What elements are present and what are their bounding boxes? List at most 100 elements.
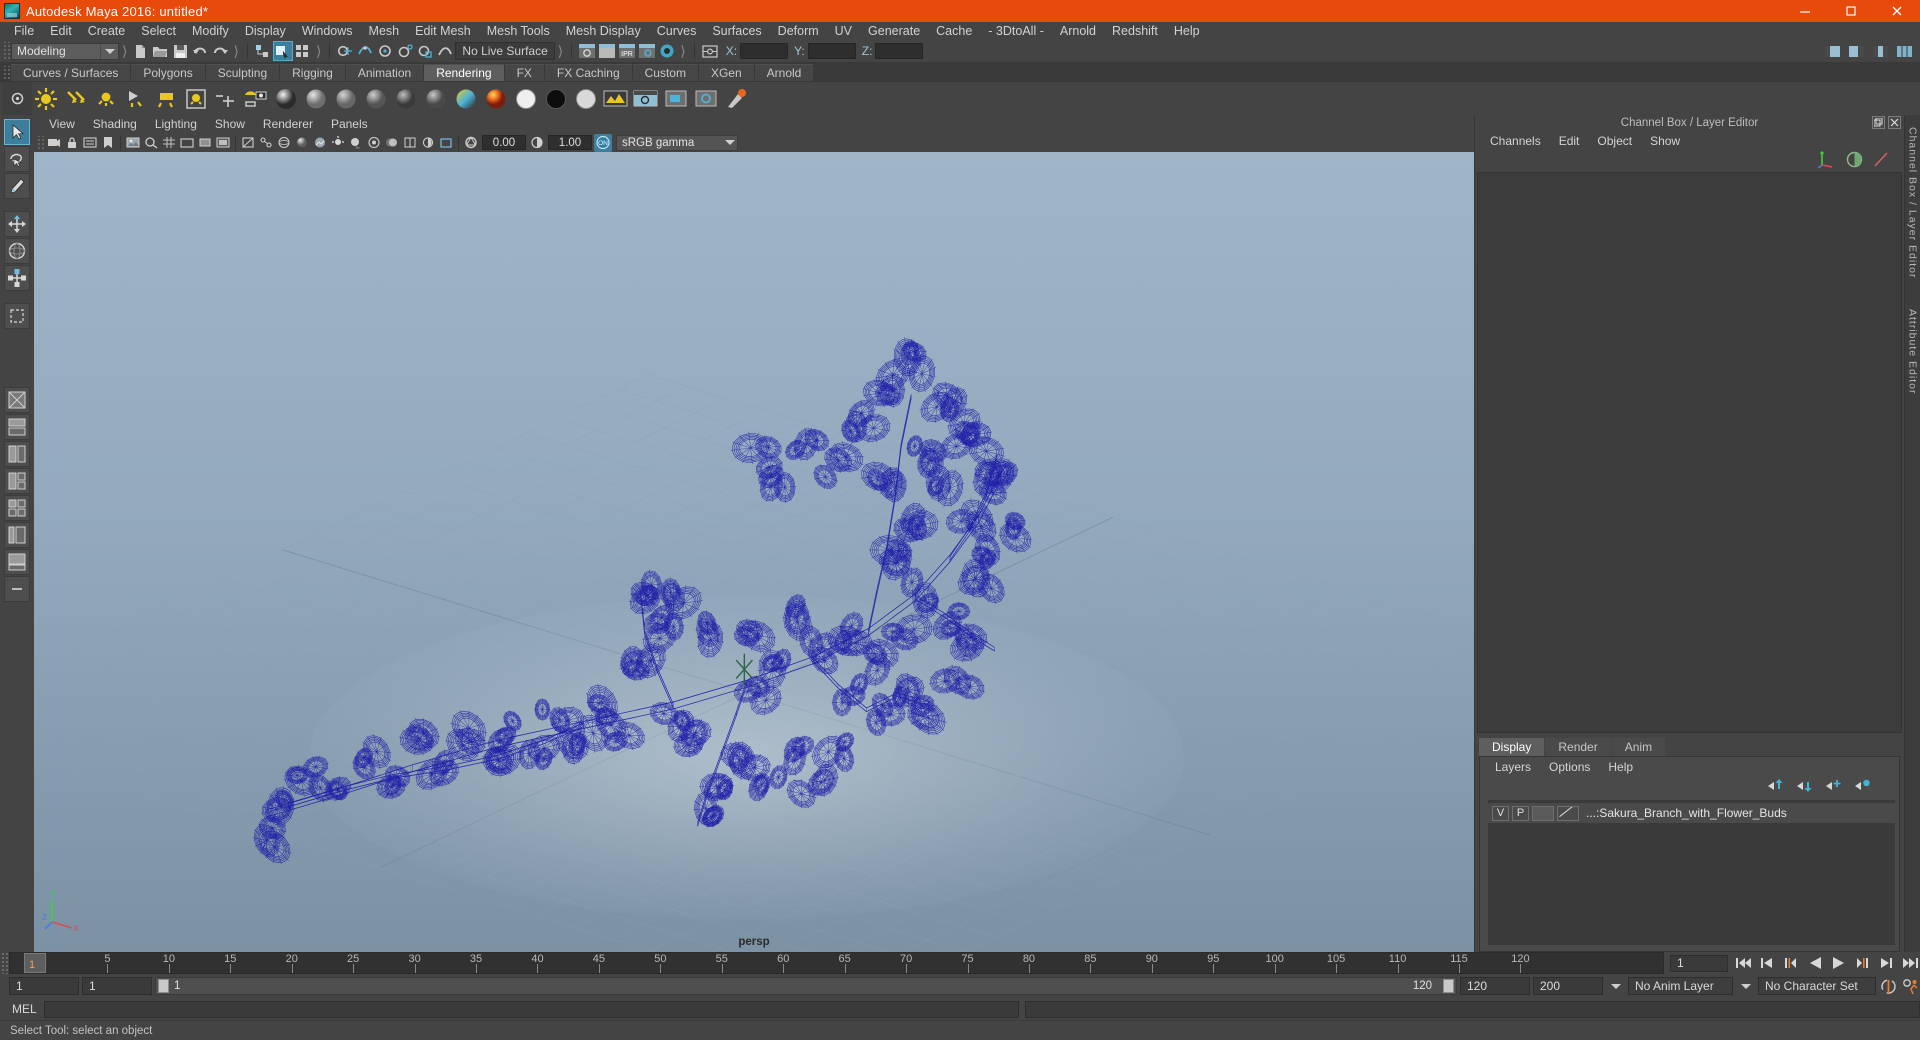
gamma-icon[interactable] — [528, 134, 546, 152]
command-result-field[interactable] — [1025, 1000, 1920, 1018]
menu-cache[interactable]: Cache — [928, 22, 980, 40]
channelbox-menu-object[interactable]: Object — [1588, 134, 1641, 148]
snap-to-curve-icon[interactable] — [355, 41, 375, 61]
menu-modify[interactable]: Modify — [184, 22, 237, 40]
maximize-button[interactable] — [1828, 0, 1874, 22]
four-pane-layout-button[interactable] — [4, 495, 30, 521]
shadows-icon[interactable] — [347, 134, 365, 152]
close-button[interactable] — [1874, 0, 1920, 22]
character-set-selector[interactable]: No Character Set — [1758, 977, 1876, 995]
shelf-tab-fx-caching[interactable]: FX Caching — [544, 64, 632, 81]
close-icon[interactable] — [1888, 116, 1901, 129]
sphere-dark-icon[interactable] — [362, 85, 390, 113]
single-pane-layout-button[interactable] — [4, 387, 30, 413]
render-region-icon[interactable] — [662, 85, 690, 113]
time-slider-gripper[interactable] — [0, 952, 9, 974]
sphere-render-icon[interactable] — [272, 85, 300, 113]
layer-visibility-toggle[interactable]: V — [1492, 805, 1509, 821]
vertical-tab-attribute-editor[interactable]: Attribute Editor — [1907, 301, 1919, 402]
grid-toggle-icon[interactable] — [160, 134, 178, 152]
menu-edit-mesh[interactable]: Edit Mesh — [407, 22, 479, 40]
shelf-tab-rendering[interactable]: Rendering — [424, 64, 504, 81]
select-tool-button[interactable] — [4, 119, 30, 145]
range-options-icon[interactable] — [1606, 977, 1625, 996]
menu-redshift[interactable]: Redshift — [1104, 22, 1166, 40]
channel-box-attribute-list[interactable] — [1477, 172, 1902, 733]
show-hide-sidebar-icon[interactable] — [1822, 41, 1842, 61]
spot-light-icon[interactable] — [122, 85, 150, 113]
move-layer-up-icon[interactable] — [1767, 779, 1784, 795]
menu-arnold[interactable]: Arnold — [1052, 22, 1104, 40]
step-back-key-icon[interactable] — [1781, 954, 1800, 973]
step-back-frame-icon[interactable] — [1757, 954, 1776, 973]
color-management-toggle-icon[interactable]: ON — [594, 133, 612, 152]
camera-attributes-icon[interactable] — [81, 134, 99, 152]
shelf-gripper[interactable] — [2, 66, 11, 81]
snap-to-point-icon[interactable] — [375, 41, 395, 61]
z-coord-field[interactable] — [875, 43, 924, 59]
gamma-field[interactable]: 1.00 — [548, 135, 592, 150]
go-to-start-icon[interactable] — [1733, 954, 1752, 973]
menu-generate[interactable]: Generate — [860, 22, 928, 40]
ramp-shader-icon[interactable] — [452, 85, 480, 113]
open-scene-icon[interactable] — [150, 41, 170, 61]
command-line-input[interactable] — [44, 1000, 1019, 1018]
attribute-editor-toggle-icon[interactable] — [1873, 151, 1890, 171]
animation-start-field[interactable]: 1 — [9, 977, 79, 995]
wireframe-icon[interactable] — [275, 134, 293, 152]
toggle-light-manip-icon[interactable] — [212, 85, 240, 113]
xray-joints-icon[interactable] — [257, 134, 275, 152]
select-by-component-icon[interactable] — [293, 41, 313, 61]
menu-select[interactable]: Select — [133, 22, 184, 40]
move-tool-button[interactable] — [4, 211, 30, 237]
menu-uv[interactable]: UV — [827, 22, 860, 40]
persp-graph-layout-button[interactable] — [4, 549, 30, 575]
menu-3dtoall[interactable]: - 3DtoAll - — [980, 22, 1052, 40]
shaded-sphere-icon[interactable] — [302, 85, 330, 113]
show-hide-attribute-editor-icon[interactable] — [1846, 41, 1866, 61]
last-tool-used-button[interactable] — [4, 303, 30, 329]
layer-tab-display[interactable]: Display — [1479, 738, 1545, 756]
select-camera-icon[interactable] — [45, 134, 63, 152]
depth-of-field-icon[interactable] — [419, 134, 437, 152]
auto-keyframe-icon[interactable] — [1879, 977, 1898, 996]
channelbox-menu-edit[interactable]: Edit — [1550, 134, 1589, 148]
image-plane-icon[interactable] — [124, 134, 142, 152]
point-light-icon[interactable] — [92, 85, 120, 113]
hypershade-icon[interactable] — [657, 41, 677, 61]
motion-blur-icon[interactable] — [383, 134, 401, 152]
layer-shading-icon[interactable] — [1557, 805, 1579, 821]
xray-toggle-icon[interactable] — [239, 134, 257, 152]
layer-menu-options[interactable]: Options — [1540, 760, 1599, 774]
ambient-light-icon[interactable] — [32, 85, 60, 113]
menu-help[interactable]: Help — [1166, 22, 1208, 40]
shelf-tab-curves-surfaces[interactable]: Curves / Surfaces — [11, 64, 131, 81]
smooth-shade-icon[interactable] — [293, 134, 311, 152]
layer-row[interactable]: V P ...:Sakura_Branch_with_Flower_Buds — [1488, 803, 1895, 823]
undo-icon[interactable] — [190, 41, 210, 61]
bookmark-icon[interactable] — [99, 134, 117, 152]
input-output-connections-icon[interactable] — [700, 41, 720, 61]
menu-create[interactable]: Create — [80, 22, 134, 40]
shelf-tab-polygons[interactable]: Polygons — [131, 64, 205, 81]
lasso-select-tool-button[interactable] — [4, 146, 30, 172]
viewport-menu-lighting[interactable]: Lighting — [146, 115, 206, 133]
time-slider[interactable]: 1 5 10 15 20 25 30 35 40 45 50 55 60 65 70 75 80 85 90 95 1… — [9, 952, 1664, 974]
step-forward-frame-icon[interactable] — [1877, 954, 1896, 973]
layer-tab-anim[interactable]: Anim — [1611, 738, 1666, 756]
show-manipulators-icon[interactable] — [1817, 150, 1836, 172]
menu-surfaces[interactable]: Surfaces — [704, 22, 769, 40]
layer-tab-render[interactable]: Render — [1545, 738, 1611, 756]
shelf-tab-arnold[interactable]: Arnold — [754, 64, 814, 81]
viewport-menu-renderer[interactable]: Renderer — [254, 115, 322, 133]
sphere-black-icon[interactable] — [392, 85, 420, 113]
render-current-frame-icon[interactable] — [597, 41, 617, 61]
multisample-icon[interactable] — [401, 134, 419, 152]
render-view-icon[interactable] — [577, 41, 597, 61]
playback-end-field[interactable]: 120 — [1460, 977, 1530, 995]
create-layer-from-selected-icon[interactable] — [1854, 779, 1871, 795]
layer-color-swatch[interactable] — [1532, 805, 1554, 821]
viewport-menu-shading[interactable]: Shading — [84, 115, 146, 133]
viewport-menu-panels[interactable]: Panels — [322, 115, 377, 133]
snap-to-grid-icon[interactable] — [335, 41, 355, 61]
